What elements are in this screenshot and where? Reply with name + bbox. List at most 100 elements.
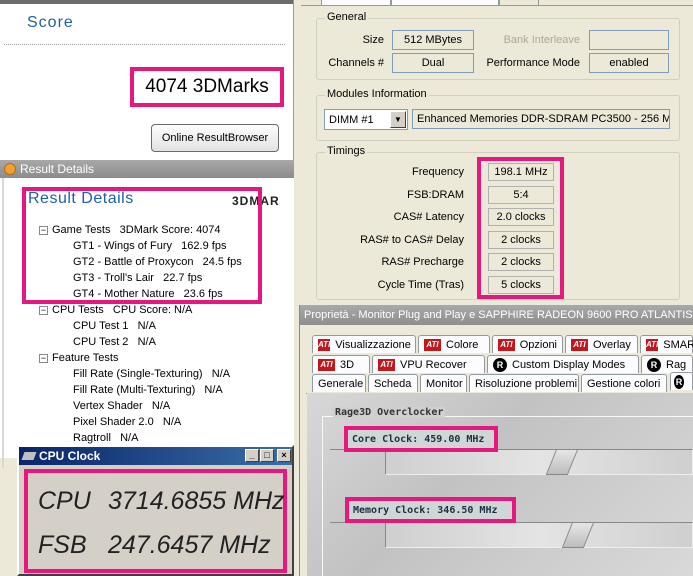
tab-scheda[interactable]: Scheda (368, 374, 418, 392)
timing-label: RAS# to CAS# Delay (360, 233, 464, 246)
dimm-selected-value: DIMM #1 (329, 113, 374, 126)
tab-label: Colore (446, 338, 479, 351)
memory-clock-slider-thumb[interactable] (561, 522, 595, 548)
cpu-row: CPU 3714.6855 MHz (38, 487, 285, 516)
r-icon: R (493, 357, 507, 372)
ati-icon: ATI (318, 358, 335, 371)
tree-item-label: Fill Rate (Multi-Texturing) N/A (73, 384, 223, 396)
tab-label: Generale (318, 377, 364, 390)
tab-gestione-colori[interactable]: Gestione colori (581, 374, 667, 392)
bank-interleave-field (589, 30, 669, 50)
tree-item-label: CPU Tests CPU Score: N/A (52, 304, 193, 316)
cpu-clock-icon (21, 452, 37, 460)
maximize-button[interactable]: □ (260, 449, 274, 462)
core-clock-slider[interactable] (385, 449, 693, 475)
timing-label: Cycle Time (Tras) (377, 278, 464, 291)
tree-item-label: Pixel Shader 2.0 N/A (73, 416, 182, 428)
tab-label: Custom Display Modes (512, 358, 626, 371)
timings-group-title: Timings (325, 145, 368, 157)
online-resultbrowser-button[interactable]: Online ResultBrowser (151, 124, 279, 152)
fsb-value: 247.6457 MHz (108, 531, 271, 559)
ati-icon: ATI (646, 338, 659, 351)
tree-item[interactable]: Pixel Shader 2.0 N/A (73, 416, 181, 428)
game-tests-highlight (22, 187, 262, 304)
tab-generale[interactable]: Generale (312, 374, 366, 392)
chevron-down-icon[interactable]: ▼ (390, 111, 406, 128)
tab-risoluzione-problemi[interactable]: Risoluzione problemi (469, 374, 579, 392)
size-label: Size (362, 34, 384, 46)
core-clock-slider-thumb[interactable] (546, 449, 579, 475)
tab-rag[interactable]: R Rag (641, 355, 693, 373)
tab-smar[interactable]: ATI SMAR (640, 335, 693, 353)
timings-highlight (477, 157, 564, 299)
tree-item-label: Vertex Shader N/A (73, 400, 171, 412)
tree-category[interactable]: − Feature Tests (39, 352, 118, 364)
tab-stub[interactable] (391, 0, 499, 6)
channels-field: Dual (392, 53, 474, 73)
score-title: Score (27, 14, 74, 31)
bank-interleave-label: Bank Interleave (503, 34, 580, 46)
tree-item[interactable]: CPU Test 1 N/A (73, 320, 156, 332)
overclocker-title: Rage3D Overclocker (333, 407, 446, 418)
ati-icon: ATI (424, 338, 441, 351)
tab-stub[interactable] (321, 0, 391, 6)
memory-clock-slider[interactable] (385, 522, 693, 548)
tab-label: Opzioni (519, 338, 557, 351)
tab-label: VPU Recover (400, 358, 467, 371)
score-divider (4, 44, 285, 45)
tree-item-label: Feature Tests (52, 352, 119, 364)
score-topbar (0, 0, 293, 4)
performance-mode-field: enabled (589, 53, 669, 73)
general-group-title: General (325, 11, 369, 23)
tab-monitor[interactable]: Monitor (420, 374, 467, 392)
cpu-clock-highlight: CPU 3714.6855 MHz FSB 247.6457 MHz (24, 469, 287, 573)
tree-item-label: CPU Test 2 N/A (73, 336, 156, 348)
tab-stub[interactable] (499, 0, 539, 6)
tab-label: Visualizzazione (335, 338, 411, 351)
core-clock-highlight: Core Clock: 459.00 MHz (344, 426, 498, 452)
ati-icon: ATI (498, 338, 515, 351)
tree-item[interactable]: Fill Rate (Single-Texturing) N/A (73, 368, 230, 380)
tab-opzioni[interactable]: ATI Opzioni (492, 335, 563, 353)
memory-clock-value: Memory Clock: 346.50 MHz (353, 504, 498, 516)
tab-overlay[interactable]: ATI Overlay (565, 335, 638, 353)
tree-item[interactable]: Fill Rate (Multi-Texturing) N/A (73, 384, 223, 396)
tree-item[interactable]: CPU Test 2 N/A (73, 336, 156, 348)
ati-icon: ATI (318, 338, 331, 351)
tab-3d[interactable]: ATI 3D (312, 355, 370, 373)
cpu-clock-window: CPU Clock _ □ × CPU 3714.6855 MHz FSB 247.… (17, 445, 294, 576)
r-icon: R (647, 357, 661, 372)
tab-colore[interactable]: ATI Colore (418, 335, 490, 353)
app-icon (4, 163, 16, 175)
tab-label: Monitor (426, 377, 463, 390)
tab-label: Gestione colori (587, 377, 661, 390)
collapse-icon[interactable]: − (39, 353, 48, 363)
tree-item-label: Fill Rate (Single-Texturing) N/A (73, 368, 231, 380)
cpu-value: 3714.6855 MHz (108, 487, 285, 515)
score-value-highlight: 4074 3DMarks (130, 67, 284, 107)
tree-item[interactable]: Vertex Shader N/A (73, 400, 170, 412)
tree-category[interactable]: − CPU Tests CPU Score: N/A (39, 304, 192, 316)
dimm-select[interactable]: DIMM #1 ▼ (324, 109, 408, 130)
tree-item-label: Ragtroll N/A (73, 432, 139, 444)
tab-visualizzazione[interactable]: ATI Visualizzazione (312, 335, 416, 353)
memory-clock-highlight: Memory Clock: 346.50 MHz (345, 497, 516, 523)
tab-custom-display-modes[interactable]: R Custom Display Modes (487, 355, 639, 373)
collapse-icon[interactable]: − (39, 305, 48, 315)
cpu-clock-title: CPU Clock (39, 449, 101, 463)
module-description-field: Enhanced Memories DDR-SDRAM PC3500 - 256… (412, 109, 670, 129)
tree-item[interactable]: Ragtroll N/A (73, 432, 138, 444)
result-details-window-title: Result Details (20, 162, 95, 176)
score-panel: Score 4074 3DMarks Online ResultBrowser (0, 0, 294, 160)
core-clock-value: Core Clock: 459.00 MHz (352, 433, 485, 445)
tab-rage3d[interactable]: R (670, 372, 693, 390)
tab-vpu-recover[interactable]: ATI VPU Recover (372, 355, 485, 373)
timing-label: RAS# Precharge (381, 256, 464, 268)
fsb-row: FSB 247.6457 MHz (38, 531, 271, 560)
cpu-clock-titlebar[interactable]: CPU Clock _ □ × (19, 447, 292, 465)
tab-label: Scheda (374, 377, 412, 390)
ati-icon: ATI (378, 358, 395, 371)
result-details-titlebar: Result Details (0, 160, 294, 178)
minimize-button[interactable]: _ (245, 449, 259, 462)
close-button[interactable]: × (277, 449, 291, 462)
